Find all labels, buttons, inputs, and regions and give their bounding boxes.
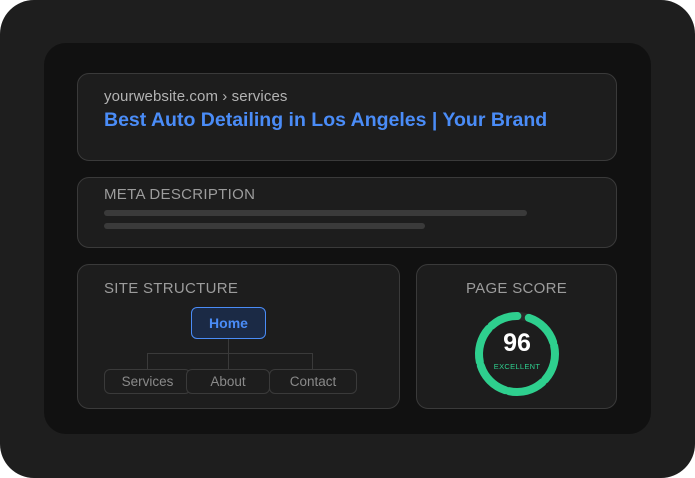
tree-connector (228, 339, 229, 353)
screen: yourwebsite.com › services Best Auto Det… (44, 43, 651, 434)
breadcrumb-url: yourwebsite.com › services (104, 88, 288, 105)
tree-node-services[interactable]: Services (104, 369, 191, 394)
site-structure-label: SITE STRUCTURE (104, 280, 239, 297)
device-frame: yourwebsite.com › services Best Auto Det… (0, 0, 695, 478)
search-result-preview: yourwebsite.com › services Best Auto Det… (77, 73, 617, 161)
site-structure-card: SITE STRUCTURE Home Services About Conta… (77, 264, 400, 409)
tree-connector (228, 353, 229, 369)
tree-connector (312, 353, 313, 369)
tree-node-about[interactable]: About (186, 369, 270, 394)
score-rating: EXCELLENT (493, 362, 541, 371)
placeholder-text-line (104, 210, 527, 216)
meta-description-card: META DESCRIPTION (77, 177, 617, 248)
tree-connector (147, 353, 148, 369)
tree-connector (147, 353, 312, 354)
score-value: 96 (503, 329, 531, 357)
search-result-title[interactable]: Best Auto Detailing in Los Angeles | You… (104, 109, 547, 132)
meta-description-label: META DESCRIPTION (104, 186, 256, 203)
tree-node-home[interactable]: Home (191, 307, 266, 339)
gauge-segment (505, 378, 547, 396)
page-score-label: PAGE SCORE (465, 280, 568, 297)
tree-node-contact[interactable]: Contact (269, 369, 357, 394)
placeholder-text-line (104, 223, 425, 229)
gauge-segment (487, 312, 522, 330)
page-score-card: PAGE SCORE 96 EXCELLENT (416, 264, 617, 409)
